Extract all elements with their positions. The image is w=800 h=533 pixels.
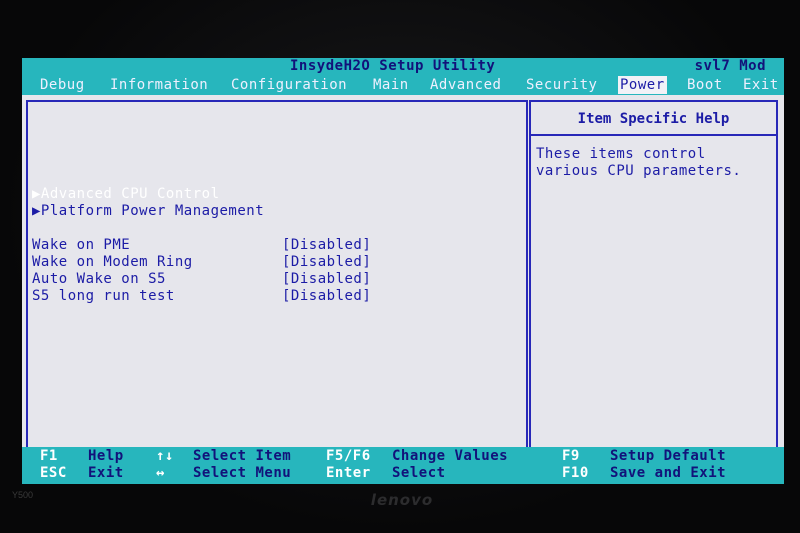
key-f10-desc: Save and Exit	[610, 465, 727, 481]
menu-main[interactable]: Main	[373, 76, 409, 94]
key-f5-f6: F5/F6	[326, 448, 371, 464]
setting-wake-on-pme-value[interactable]: [Disabled]	[282, 237, 371, 254]
setting-wake-on-pme-label: Wake on PME	[32, 237, 131, 253]
help-text: These items control various CPU paramete…	[536, 146, 742, 179]
window-title: InsydeH2O Setup Utility	[290, 58, 496, 74]
menu-boot[interactable]: Boot	[687, 76, 723, 94]
setting-auto-wake-on-s5-value[interactable]: [Disabled]	[282, 271, 371, 288]
settings-panel: ▶Advanced CPU Control ▶Platform Power Ma…	[26, 100, 528, 478]
menu-advanced[interactable]: Advanced	[430, 76, 501, 94]
menu-configuration[interactable]: Configuration	[231, 76, 347, 94]
key-f1: F1	[40, 448, 58, 464]
menu-power[interactable]: Power	[618, 76, 667, 94]
setting-s5-long-run-test-label: S5 long run test	[32, 288, 175, 304]
bezel-model-label: Y500	[12, 490, 34, 500]
menu-security[interactable]: Security	[526, 76, 597, 94]
bios-screen: InsydeH2O Setup Utility svl7 Mod Debug I…	[22, 58, 784, 484]
key-left-right-desc: Select Menu	[193, 465, 292, 481]
key-f9-desc: Setup Default	[610, 448, 727, 464]
setting-s5-long-run-test-value[interactable]: [Disabled]	[282, 288, 371, 305]
mod-label: svl7 Mod	[694, 58, 766, 74]
key-up-down-desc: Select Item	[193, 448, 292, 464]
bezel-brand-logo: lenovo	[370, 491, 434, 509]
menu-information[interactable]: Information	[110, 76, 208, 94]
key-f10: F10	[562, 465, 589, 481]
key-enter-desc: Select	[392, 465, 446, 481]
key-f9: F9	[562, 448, 580, 464]
submenu-platform-power-management[interactable]: ▶Platform Power Management	[32, 203, 264, 220]
key-f1-desc: Help	[88, 448, 124, 464]
menu-debug[interactable]: Debug	[40, 76, 85, 94]
menu-exit[interactable]: Exit	[743, 76, 779, 94]
key-esc-desc: Exit	[88, 465, 124, 481]
title-bar: InsydeH2O Setup Utility svl7 Mod	[22, 58, 784, 75]
key-enter: Enter	[326, 465, 371, 481]
setting-auto-wake-on-s5-label: Auto Wake on S5	[32, 271, 166, 287]
submenu-advanced-cpu-control[interactable]: ▶Advanced CPU Control	[32, 186, 220, 203]
menu-bar: Debug Information Configuration Main Adv…	[22, 75, 784, 95]
help-panel: Item Specific Help These items control v…	[529, 100, 778, 478]
key-f5-f6-desc: Change Values	[392, 448, 509, 464]
key-esc: ESC	[40, 465, 67, 481]
key-up-down: ↑↓	[156, 448, 174, 464]
setting-wake-on-modem-ring-label: Wake on Modem Ring	[32, 254, 193, 270]
key-legend-bar: F1 Help ESC Exit ↑↓ Select Item ↔ Select…	[22, 447, 784, 484]
key-left-right: ↔	[156, 465, 165, 481]
setting-wake-on-modem-ring-value[interactable]: [Disabled]	[282, 254, 371, 271]
help-title: Item Specific Help	[531, 102, 776, 136]
